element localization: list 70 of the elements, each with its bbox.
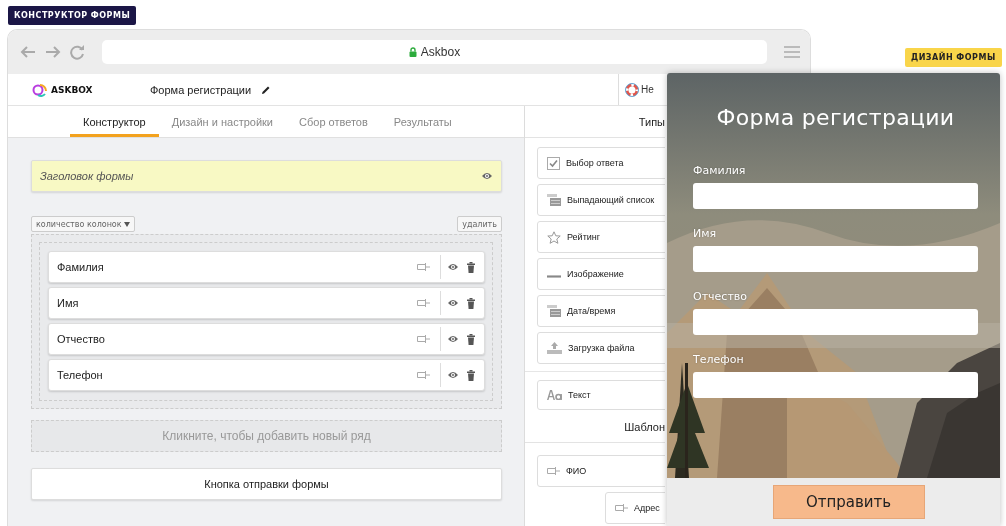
field-label: Телефон <box>693 353 745 366</box>
form-title: Форма регистрации <box>150 83 252 96</box>
help-link[interactable]: Не <box>641 84 654 95</box>
trash-icon[interactable] <box>466 261 476 273</box>
field-row[interactable]: Отчество <box>48 323 485 355</box>
caret-icon <box>123 221 130 227</box>
field-label: Фамилия <box>693 164 747 177</box>
field-icon <box>615 503 628 513</box>
text-icon <box>547 390 562 400</box>
upload-icon <box>547 342 562 354</box>
columns-dropdown[interactable]: количество колонок <box>31 216 135 232</box>
trash-icon[interactable] <box>466 333 476 345</box>
eye-icon[interactable] <box>447 298 459 308</box>
submit-button[interactable]: Отправить <box>772 485 925 519</box>
trash-icon[interactable] <box>466 369 476 381</box>
field-type-item[interactable]: Загрузка файла <box>537 332 665 364</box>
input-field[interactable] <box>693 183 978 209</box>
tab[interactable]: Дизайн и настройки <box>158 106 287 137</box>
submit-block[interactable]: Кнопка отправки формы <box>31 468 502 500</box>
section-badge: КОНСТРУКТОР ФОРМЫ <box>8 6 137 25</box>
tab[interactable]: Результаты <box>380 106 465 137</box>
eye-icon[interactable] <box>481 171 493 181</box>
input-field[interactable] <box>693 309 978 335</box>
checkbox-icon <box>547 156 560 170</box>
tab[interactable]: Конструктор <box>70 106 159 137</box>
field-row[interactable]: Имя <box>48 287 485 319</box>
trash-icon[interactable] <box>466 297 476 309</box>
field-row[interactable]: Фамилия <box>48 251 485 283</box>
form-header-block[interactable]: Заголовок формы <box>31 160 502 192</box>
field-type-item[interactable]: Дата/время <box>537 295 665 327</box>
eye-icon[interactable] <box>447 370 459 380</box>
list-icon <box>547 305 561 317</box>
tab[interactable]: Сбор ответов <box>286 106 381 137</box>
field-type-item[interactable]: Текст <box>537 380 665 410</box>
field-label: Имя <box>693 227 718 240</box>
reload-icon[interactable] <box>70 44 85 60</box>
field-icon[interactable] <box>417 262 430 272</box>
star-icon <box>547 230 561 244</box>
field-type-item[interactable]: Рейтинг <box>537 221 665 253</box>
field-row[interactable]: Телефон <box>48 359 485 391</box>
forward-arrow-icon[interactable] <box>45 45 61 59</box>
logo-text: ASKBOX <box>51 84 93 95</box>
field-icon[interactable] <box>417 298 430 308</box>
section-title: Шаблон <box>525 411 665 443</box>
template-item[interactable]: Адрес <box>605 492 665 524</box>
logo-icon <box>32 81 48 98</box>
field-label: Отчество <box>693 290 748 303</box>
delete-button[interactable]: удалить <box>457 216 502 232</box>
field-icon <box>547 466 560 476</box>
field-type-item[interactable]: Изображение <box>537 258 665 290</box>
panel-title: Типы <box>525 106 665 138</box>
address-bar[interactable]: Askbox <box>102 40 767 64</box>
field-type-item[interactable]: Выбор ответа <box>537 147 665 179</box>
eye-icon[interactable] <box>447 334 459 344</box>
field-icon[interactable] <box>417 370 430 380</box>
section-badge: ДИЗАЙН ФОРМЫ <box>905 48 1002 67</box>
back-arrow-icon[interactable] <box>20 45 36 59</box>
form-header-text: Заголовок формы <box>40 170 135 182</box>
list-icon <box>547 194 561 206</box>
pencil-icon[interactable] <box>261 84 272 95</box>
field-icon[interactable] <box>417 334 430 344</box>
eye-icon[interactable] <box>447 262 459 272</box>
form-title: Форма регистрации <box>715 105 956 130</box>
field-type-item[interactable]: Выпадающий список <box>537 184 665 216</box>
input-field[interactable] <box>693 246 978 272</box>
input-field[interactable] <box>693 372 978 398</box>
lifebuoy-icon[interactable] <box>625 82 639 97</box>
menu-icon[interactable] <box>784 45 800 59</box>
lock-icon <box>408 47 417 57</box>
template-item[interactable]: ФИО <box>537 455 665 487</box>
